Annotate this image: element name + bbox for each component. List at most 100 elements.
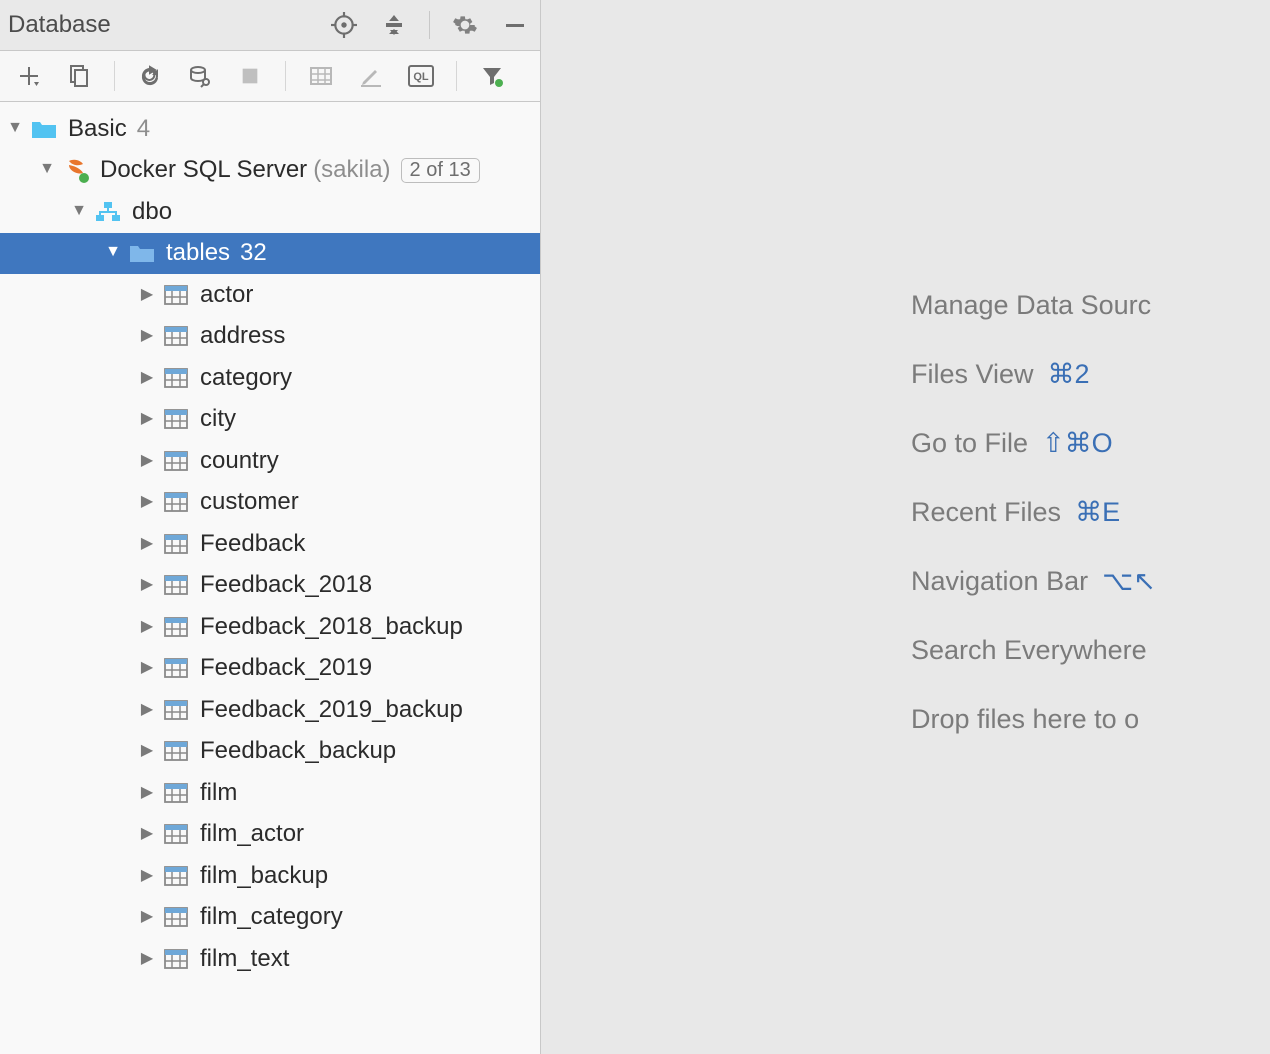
tree-table-item[interactable]: ▶ Feedback_2018 bbox=[0, 565, 540, 607]
chevron-down-icon[interactable]: ▼ bbox=[104, 243, 122, 261]
hint-shortcut: ⌘2 bbox=[1048, 359, 1090, 390]
folder-icon bbox=[30, 119, 58, 139]
stop-icon[interactable] bbox=[235, 61, 265, 91]
hint-label: Go to File bbox=[911, 428, 1028, 459]
svg-text:QL: QL bbox=[413, 71, 429, 83]
app-root: Database bbox=[0, 0, 1270, 1054]
chevron-down-icon[interactable]: ▼ bbox=[70, 202, 88, 220]
chevron-right-icon[interactable]: ▶ bbox=[138, 699, 156, 719]
collapse-icon[interactable] bbox=[379, 10, 409, 40]
chevron-right-icon[interactable]: ▶ bbox=[138, 657, 156, 677]
tree-datasource[interactable]: ▼ Docker SQL Server (sakila) 2 of 13 bbox=[0, 150, 540, 192]
tree-table-item[interactable]: ▶ category bbox=[0, 357, 540, 399]
copy-icon[interactable] bbox=[64, 61, 94, 91]
hint-item[interactable]: Files View⌘2 bbox=[911, 359, 1270, 390]
gear-icon[interactable] bbox=[450, 10, 480, 40]
tree-table-item[interactable]: ▶ address bbox=[0, 316, 540, 358]
table-icon bbox=[162, 534, 190, 554]
tree-table-item[interactable]: ▶ customer bbox=[0, 482, 540, 524]
tree-table-item[interactable]: ▶film_actor bbox=[0, 814, 540, 856]
table-label: category bbox=[200, 364, 292, 392]
tree-table-item[interactable]: ▶film bbox=[0, 772, 540, 814]
group-count: 4 bbox=[137, 115, 150, 143]
datasource-context: (sakila) bbox=[313, 156, 390, 184]
table-label: film_category bbox=[200, 903, 343, 931]
chevron-right-icon[interactable]: ▶ bbox=[138, 823, 156, 843]
chevron-right-icon[interactable]: ▶ bbox=[138, 740, 156, 760]
sqlserver-icon bbox=[62, 157, 90, 183]
chevron-right-icon[interactable]: ▶ bbox=[138, 616, 156, 636]
chevron-right-icon[interactable]: ▶ bbox=[138, 408, 156, 428]
edit-icon[interactable] bbox=[356, 61, 386, 91]
table-icon bbox=[162, 658, 190, 678]
database-tree[interactable]: ▼ Basic 4 ▼ Docker SQL Server (sakila) 2… bbox=[0, 102, 540, 1054]
tree-schema[interactable]: ▼ dbo bbox=[0, 191, 540, 233]
chevron-right-icon[interactable]: ▶ bbox=[138, 491, 156, 511]
tree-table-item[interactable]: ▶ Feedback_2018_backup bbox=[0, 606, 540, 648]
hint-item[interactable]: Recent Files⌘E bbox=[911, 497, 1270, 528]
ql-console-icon[interactable]: QL bbox=[406, 61, 436, 91]
target-icon[interactable] bbox=[329, 10, 359, 40]
group-label: Basic bbox=[68, 115, 127, 143]
hint-item[interactable]: Search Everywhere bbox=[911, 635, 1270, 666]
table-icon bbox=[162, 741, 190, 761]
table-label: Feedback_2019 bbox=[200, 654, 372, 682]
chevron-down-icon[interactable]: ▼ bbox=[38, 160, 56, 178]
separator bbox=[429, 11, 430, 39]
chevron-right-icon[interactable]: ▶ bbox=[138, 948, 156, 968]
chevron-right-icon[interactable]: ▶ bbox=[138, 906, 156, 926]
filter-icon[interactable] bbox=[477, 61, 507, 91]
tree-table-item[interactable]: ▶Feedback_backup bbox=[0, 731, 540, 773]
tree-root-group[interactable]: ▼ Basic 4 bbox=[0, 108, 540, 150]
tree-table-item[interactable]: ▶film_text bbox=[0, 938, 540, 980]
hint-shortcut: ⌥↖ bbox=[1102, 566, 1156, 597]
panel-header: Database bbox=[0, 0, 540, 51]
table-icon bbox=[162, 866, 190, 886]
hint-shortcut: ⌘E bbox=[1075, 497, 1120, 528]
hint-item[interactable]: Go to File⇧⌘O bbox=[911, 428, 1270, 459]
hint-label: Navigation Bar bbox=[911, 566, 1088, 597]
table-icon bbox=[162, 575, 190, 595]
chevron-right-icon[interactable]: ▶ bbox=[138, 450, 156, 470]
panel-header-actions bbox=[329, 10, 530, 40]
tree-table-item[interactable]: ▶Feedback_2019_backup bbox=[0, 689, 540, 731]
table-icon bbox=[162, 409, 190, 429]
tree-table-item[interactable]: ▶actor bbox=[0, 274, 540, 316]
refresh-icon[interactable] bbox=[135, 61, 165, 91]
table-label: Feedback_2018_backup bbox=[200, 613, 463, 641]
chevron-right-icon[interactable]: ▶ bbox=[138, 574, 156, 594]
table-icon bbox=[162, 492, 190, 512]
hint-label: Search Everywhere bbox=[911, 635, 1147, 666]
table-label: address bbox=[200, 322, 285, 350]
add-icon[interactable] bbox=[14, 61, 44, 91]
table-label: Feedback_2018 bbox=[200, 571, 372, 599]
tree-tables-node[interactable]: ▼ tables 32 bbox=[0, 233, 540, 275]
db-tool-icon[interactable] bbox=[185, 61, 215, 91]
tree-table-item[interactable]: ▶ film_category bbox=[0, 897, 540, 939]
minimize-icon[interactable] bbox=[500, 10, 530, 40]
separator bbox=[285, 61, 286, 91]
table-grid-icon[interactable] bbox=[306, 61, 336, 91]
chevron-right-icon[interactable]: ▶ bbox=[138, 533, 156, 553]
chevron-right-icon[interactable]: ▶ bbox=[138, 367, 156, 387]
tree-table-item[interactable]: ▶city bbox=[0, 399, 540, 441]
chevron-down-icon[interactable]: ▼ bbox=[6, 119, 24, 137]
panel-title: Database bbox=[8, 11, 329, 39]
tree-table-item[interactable]: ▶ Feedback_2019 bbox=[0, 648, 540, 690]
chevron-right-icon[interactable]: ▶ bbox=[138, 325, 156, 345]
table-label: country bbox=[200, 447, 279, 475]
tree-table-item[interactable]: ▶ Feedback bbox=[0, 523, 540, 565]
table-label: customer bbox=[200, 488, 299, 516]
hint-item[interactable]: Drop files here to o bbox=[911, 704, 1270, 735]
table-label: Feedback bbox=[200, 530, 305, 558]
table-label: film_backup bbox=[200, 862, 328, 890]
hint-item[interactable]: Manage Data Sourc bbox=[911, 290, 1270, 321]
chevron-right-icon[interactable]: ▶ bbox=[138, 284, 156, 304]
hint-label: Manage Data Sourc bbox=[911, 290, 1151, 321]
chevron-right-icon[interactable]: ▶ bbox=[138, 782, 156, 802]
hint-item[interactable]: Navigation Bar ⌥↖ bbox=[911, 566, 1270, 597]
tree-table-item[interactable]: ▶ film_backup bbox=[0, 855, 540, 897]
table-icon bbox=[162, 949, 190, 969]
tree-table-item[interactable]: ▶ country bbox=[0, 440, 540, 482]
chevron-right-icon[interactable]: ▶ bbox=[138, 865, 156, 885]
